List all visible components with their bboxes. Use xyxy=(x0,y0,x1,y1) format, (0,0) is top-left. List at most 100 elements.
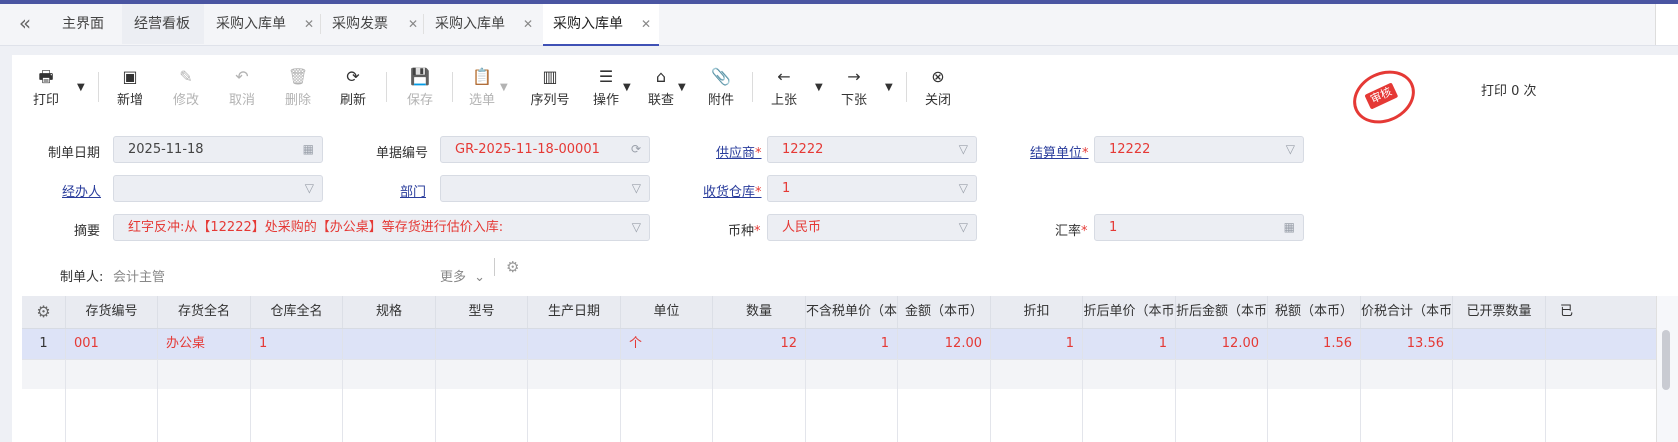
link-query-dropdown-icon[interactable]: ▼ xyxy=(678,82,686,93)
col-header[interactable]: 仓库全名 xyxy=(250,296,342,328)
col-header[interactable]: 税额（本币） xyxy=(1267,296,1360,328)
cell-qty[interactable]: 12 xyxy=(712,329,805,359)
table-row[interactable]: 1 001 办公桌 1 个 12 1 12.00 1 1 12.00 1.56 … xyxy=(22,329,1678,359)
delete-button[interactable]: 🗑 删除 xyxy=(276,67,320,108)
add-button[interactable]: ▣ 新增 xyxy=(108,67,152,108)
col-header[interactable]: 生产日期 xyxy=(527,296,620,328)
gear-icon[interactable]: ⚙ xyxy=(506,258,519,276)
print-dropdown-icon[interactable]: ▼ xyxy=(77,82,85,93)
operate-dropdown-icon[interactable]: ▼ xyxy=(623,82,631,93)
supplier-field[interactable]: 12222 ▽ xyxy=(767,136,977,163)
cell-unit[interactable]: 个 xyxy=(620,329,712,359)
tab-purchase-receipt-1[interactable]: 采购入库单 ✕ xyxy=(206,4,320,44)
tab-purchase-receipt-2[interactable]: 采购入库单 ✕ xyxy=(425,4,541,44)
tab-main[interactable]: 主界面 xyxy=(48,4,120,44)
close-icon[interactable]: ✕ xyxy=(641,4,651,44)
cell-spec[interactable] xyxy=(342,329,435,359)
cell-model[interactable] xyxy=(435,329,527,359)
col-header[interactable]: 数量 xyxy=(712,296,805,328)
tab-dashboard[interactable]: 经营看板 xyxy=(122,4,204,44)
col-header[interactable]: 存货全名 xyxy=(157,296,250,328)
cell-name[interactable]: 办公桌 xyxy=(157,329,250,359)
cell-invoiced[interactable] xyxy=(1452,329,1545,359)
collapse-tabs-icon[interactable]: « xyxy=(14,12,36,34)
serial-button[interactable]: ▥ 序列号 xyxy=(526,67,574,108)
grid-settings-icon[interactable]: ⚙ xyxy=(22,296,65,328)
col-header[interactable]: 单位 xyxy=(620,296,712,328)
handler-label[interactable]: 经办人 xyxy=(62,181,101,200)
operate-button[interactable]: ☰ 操作 xyxy=(584,67,628,108)
settle-unit-label[interactable]: 结算单位* xyxy=(1030,142,1089,161)
print-button[interactable]: 🖶 打印 xyxy=(24,67,68,108)
filter-icon[interactable]: ▽ xyxy=(305,176,314,201)
link-query-button[interactable]: ⌂ 联查 xyxy=(639,67,683,108)
handler-field[interactable]: ▽ xyxy=(113,175,323,202)
col-header[interactable]: 型号 xyxy=(435,296,527,328)
col-header[interactable]: 已开票数量 xyxy=(1452,296,1545,328)
save-button[interactable]: 💾 保存 xyxy=(398,67,442,108)
col-header[interactable]: 折扣 xyxy=(990,296,1082,328)
col-header[interactable]: 价税合计（本币 xyxy=(1360,296,1452,328)
dept-field[interactable]: ▽ xyxy=(440,175,650,202)
summary-field[interactable]: 红字反冲:从【12222】处采购的【办公桌】等存货进行估价入库: ▽ xyxy=(113,214,650,241)
table-empty-area xyxy=(22,389,1678,442)
regenerate-icon[interactable]: ⟳ xyxy=(631,137,641,162)
col-header[interactable]: 折后单价（本币 xyxy=(1082,296,1175,328)
cell-discount[interactable]: 1 xyxy=(990,329,1082,359)
filter-icon[interactable]: ▽ xyxy=(959,215,968,240)
calendar-icon[interactable]: ▦ xyxy=(303,137,314,162)
cell-disc-amount[interactable]: 12.00 xyxy=(1175,329,1267,359)
calculator-icon[interactable]: ▦ xyxy=(1284,215,1295,240)
cell-price[interactable]: 1 xyxy=(805,329,897,359)
more-toggle[interactable]: 更多 ⌄ xyxy=(440,266,485,285)
close-icon[interactable]: ✕ xyxy=(304,4,314,44)
select-button[interactable]: 📋 选单 xyxy=(460,67,504,108)
close-icon[interactable]: ✕ xyxy=(408,4,418,44)
prev-button[interactable]: ← 上张 xyxy=(762,67,806,108)
col-header[interactable]: 不含税单价（本 xyxy=(805,296,897,328)
required-mark: * xyxy=(755,185,762,200)
table-row-empty[interactable] xyxy=(22,359,1678,390)
close-icon[interactable]: ✕ xyxy=(523,4,533,44)
col-header[interactable]: 规格 xyxy=(342,296,435,328)
cancel-button[interactable]: ↶ 取消 xyxy=(220,67,264,108)
edit-button[interactable]: ✎ 修改 xyxy=(164,67,208,108)
filter-icon[interactable]: ▽ xyxy=(1286,137,1295,162)
scrollbar-thumb[interactable] xyxy=(1662,330,1670,390)
close-button[interactable]: ⊗ 关闭 xyxy=(916,67,960,108)
col-header[interactable]: 存货编号 xyxy=(65,296,157,328)
col-header[interactable]: 金额（本币） xyxy=(897,296,990,328)
filter-icon[interactable]: ▽ xyxy=(959,176,968,201)
grid-line xyxy=(1545,359,1546,442)
cell-tax[interactable]: 1.56 xyxy=(1267,329,1360,359)
next-dropdown-icon[interactable]: ▼ xyxy=(885,82,893,93)
filter-icon[interactable]: ▽ xyxy=(632,176,641,201)
warehouse-field[interactable]: 1 ▽ xyxy=(767,175,977,202)
filter-icon[interactable]: ▽ xyxy=(959,137,968,162)
doc-no-field[interactable]: GR-2025-11-18-00001 ⟳ xyxy=(440,136,650,163)
cell-disc-price[interactable]: 1 xyxy=(1082,329,1175,359)
tab-purchase-invoice[interactable]: 采购发票 ✕ xyxy=(322,4,422,44)
rate-field[interactable]: 1 ▦ xyxy=(1094,214,1304,241)
cell-code[interactable]: 001 xyxy=(65,329,157,359)
make-date-field[interactable]: 2025-11-18 ▦ xyxy=(113,136,323,163)
attachment-button[interactable]: 📎 附件 xyxy=(699,67,743,108)
grid-line xyxy=(1082,359,1083,442)
cell-total[interactable]: 13.56 xyxy=(1360,329,1452,359)
tab-purchase-receipt-active[interactable]: 采购入库单 ✕ xyxy=(543,4,659,46)
dept-label[interactable]: 部门 xyxy=(400,181,426,200)
serial-label: 序列号 xyxy=(530,93,570,108)
refresh-button[interactable]: ⟳ 刷新 xyxy=(331,67,375,108)
prev-dropdown-icon[interactable]: ▼ xyxy=(815,82,823,93)
select-dropdown-icon[interactable]: ▼ xyxy=(500,82,508,93)
warehouse-label[interactable]: 收货仓库* xyxy=(703,181,762,200)
supplier-label[interactable]: 供应商* xyxy=(716,142,762,161)
next-button[interactable]: → 下张 xyxy=(832,67,876,108)
cell-amount[interactable]: 12.00 xyxy=(897,329,990,359)
currency-field[interactable]: 人民币 ▽ xyxy=(767,214,977,241)
settle-unit-field[interactable]: 12222 ▽ xyxy=(1094,136,1304,163)
cell-prod-date[interactable] xyxy=(527,329,620,359)
cell-warehouse[interactable]: 1 xyxy=(250,329,342,359)
col-header[interactable]: 折后金额（本币 xyxy=(1175,296,1267,328)
filter-icon[interactable]: ▽ xyxy=(632,215,641,240)
